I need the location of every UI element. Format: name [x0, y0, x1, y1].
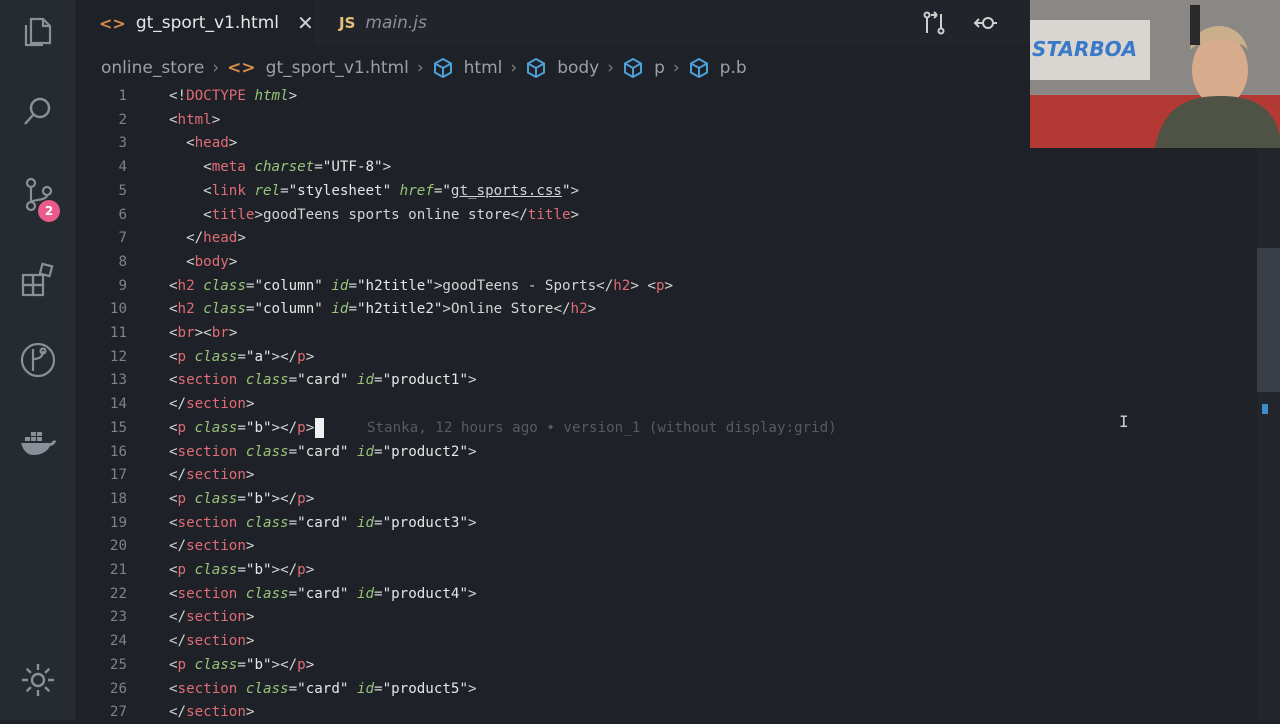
line-number: 15 [109, 419, 127, 436]
code-text: <h2 class="column" id="h2title2">Online … [169, 301, 597, 318]
code-text: <html> [169, 111, 221, 128]
line-number: 17 [109, 467, 127, 484]
line-number: 9 [118, 277, 127, 294]
line-number: 3 [118, 135, 127, 152]
code-text: </section> [169, 609, 255, 626]
explorer-icon[interactable] [18, 12, 58, 52]
chevron-right-icon: › [212, 58, 220, 78]
code-text: <head> [169, 135, 238, 152]
text-cursor-icon: I [1119, 412, 1129, 431]
code-text: </section> [169, 396, 255, 413]
code-text: </head> [169, 230, 246, 247]
code-text: <title>goodTeens sports online store</ti… [169, 206, 580, 223]
code-editor[interactable]: 1 <!DOCTYPE html> 2 <html> 3 <head> 4 <meta c… [77, 84, 1257, 720]
tab-gt-sport-v1-html[interactable]: <> gt_sport_v1.html ✕ [77, 0, 314, 46]
line-number: 12 [109, 348, 127, 365]
html-icon: <> [99, 13, 126, 33]
line-number: 26 [109, 680, 127, 697]
element-cube-icon [624, 57, 643, 79]
presenter-video: STARBOA [1030, 0, 1280, 148]
line-number: 11 [109, 325, 127, 341]
chevron-right-icon: › [416, 58, 424, 78]
source-control-badge: 2 [38, 200, 60, 222]
code-text: <meta charset="UTF-8"> [169, 159, 392, 176]
line-number: 19 [109, 514, 127, 531]
breadcrumb-item[interactable]: body [557, 58, 599, 78]
code-text: <br><br> [169, 325, 238, 341]
element-cube-icon [433, 57, 452, 79]
code-text: </section> [169, 704, 255, 721]
line-number: 23 [109, 609, 127, 626]
git-graph-icon[interactable] [18, 340, 58, 380]
open-changes-icon[interactable] [973, 10, 999, 36]
line-number: 1 [118, 88, 127, 104]
line-number: 6 [118, 206, 127, 223]
line-number: 27 [109, 704, 127, 721]
breadcrumb-item[interactable]: p.b [720, 58, 747, 78]
extensions-icon[interactable] [18, 260, 58, 300]
js-icon: JS [339, 14, 356, 32]
html-icon: <> [227, 58, 256, 78]
breadcrumb-item[interactable]: gt_sport_v1.html [266, 58, 409, 78]
line-number: 20 [109, 538, 127, 555]
code-text: <p class="a"></p> [169, 348, 315, 365]
line-number: 13 [109, 372, 127, 389]
code-text: </section> [169, 633, 255, 650]
element-cube-icon [689, 57, 708, 79]
git-blame-annotation: Stanka, 12 hours ago • version_1 (withou… [324, 419, 837, 436]
line-number: 7 [118, 230, 127, 247]
line-number: 16 [109, 443, 127, 460]
line-number: 2 [118, 111, 127, 128]
scrollbar-change-marker [1262, 404, 1268, 414]
code-text: <p class="b"></p> Stanka, 12 hours ago •… [169, 417, 837, 438]
code-text: <h2 class="column" id="h2title">goodTeen… [169, 277, 674, 294]
chevron-right-icon: › [607, 58, 615, 78]
close-icon[interactable]: ✕ [297, 11, 314, 35]
code-text: <body> [169, 253, 238, 270]
tab-main-js[interactable]: JS main.js [317, 0, 582, 46]
code-text: <section class="card" id="product1"> [169, 372, 477, 389]
chevron-right-icon: › [672, 58, 680, 78]
editor-scrollbar[interactable] [1257, 148, 1280, 720]
code-text: <p class="b"></p> [169, 656, 315, 673]
settings-gear-icon[interactable] [18, 660, 58, 700]
line-number: 14 [109, 396, 127, 413]
breadcrumb-item[interactable]: html [464, 58, 503, 78]
breadcrumb-item[interactable]: online_store [101, 58, 204, 78]
breadcrumb-item[interactable]: p [654, 58, 665, 78]
text-cursor [315, 417, 325, 438]
line-number: 24 [109, 633, 127, 650]
code-text: <section class="card" id="product5"> [169, 680, 477, 697]
code-text: <p class="b"></p> [169, 490, 315, 507]
line-number: 25 [109, 656, 127, 673]
search-icon[interactable] [18, 92, 58, 132]
code-text: </section> [169, 467, 255, 484]
compare-changes-icon[interactable] [921, 10, 947, 36]
line-number: 5 [118, 182, 127, 199]
line-number: 8 [118, 253, 127, 270]
code-text: <p class="b"></p> [169, 562, 315, 578]
line-number: 10 [109, 301, 127, 318]
element-cube-icon [527, 57, 546, 79]
line-number: 22 [109, 585, 127, 602]
code-text: <!DOCTYPE html> [169, 88, 298, 104]
webcam-overlay: STARBOA [1030, 0, 1280, 148]
code-text: <section class="card" id="product2"> [169, 443, 477, 460]
line-number: 18 [109, 490, 127, 507]
tab-label: gt_sport_v1.html [135, 13, 279, 33]
code-text: <link rel="stylesheet" href="gt_sports.c… [169, 182, 580, 199]
code-text: <section class="card" id="product3"> [169, 514, 477, 531]
docker-icon[interactable] [18, 422, 58, 462]
line-number: 4 [118, 159, 127, 176]
code-text: <section class="card" id="product4"> [169, 585, 477, 602]
activity-bar: 2 [0, 0, 77, 720]
tab-label: main.js [365, 13, 427, 33]
line-number: 21 [109, 562, 127, 578]
code-text: </section> [169, 538, 255, 555]
svg-text:STARBOA: STARBOA [1032, 37, 1137, 61]
chevron-right-icon: › [510, 58, 518, 78]
scrollbar-thumb[interactable] [1257, 248, 1280, 392]
